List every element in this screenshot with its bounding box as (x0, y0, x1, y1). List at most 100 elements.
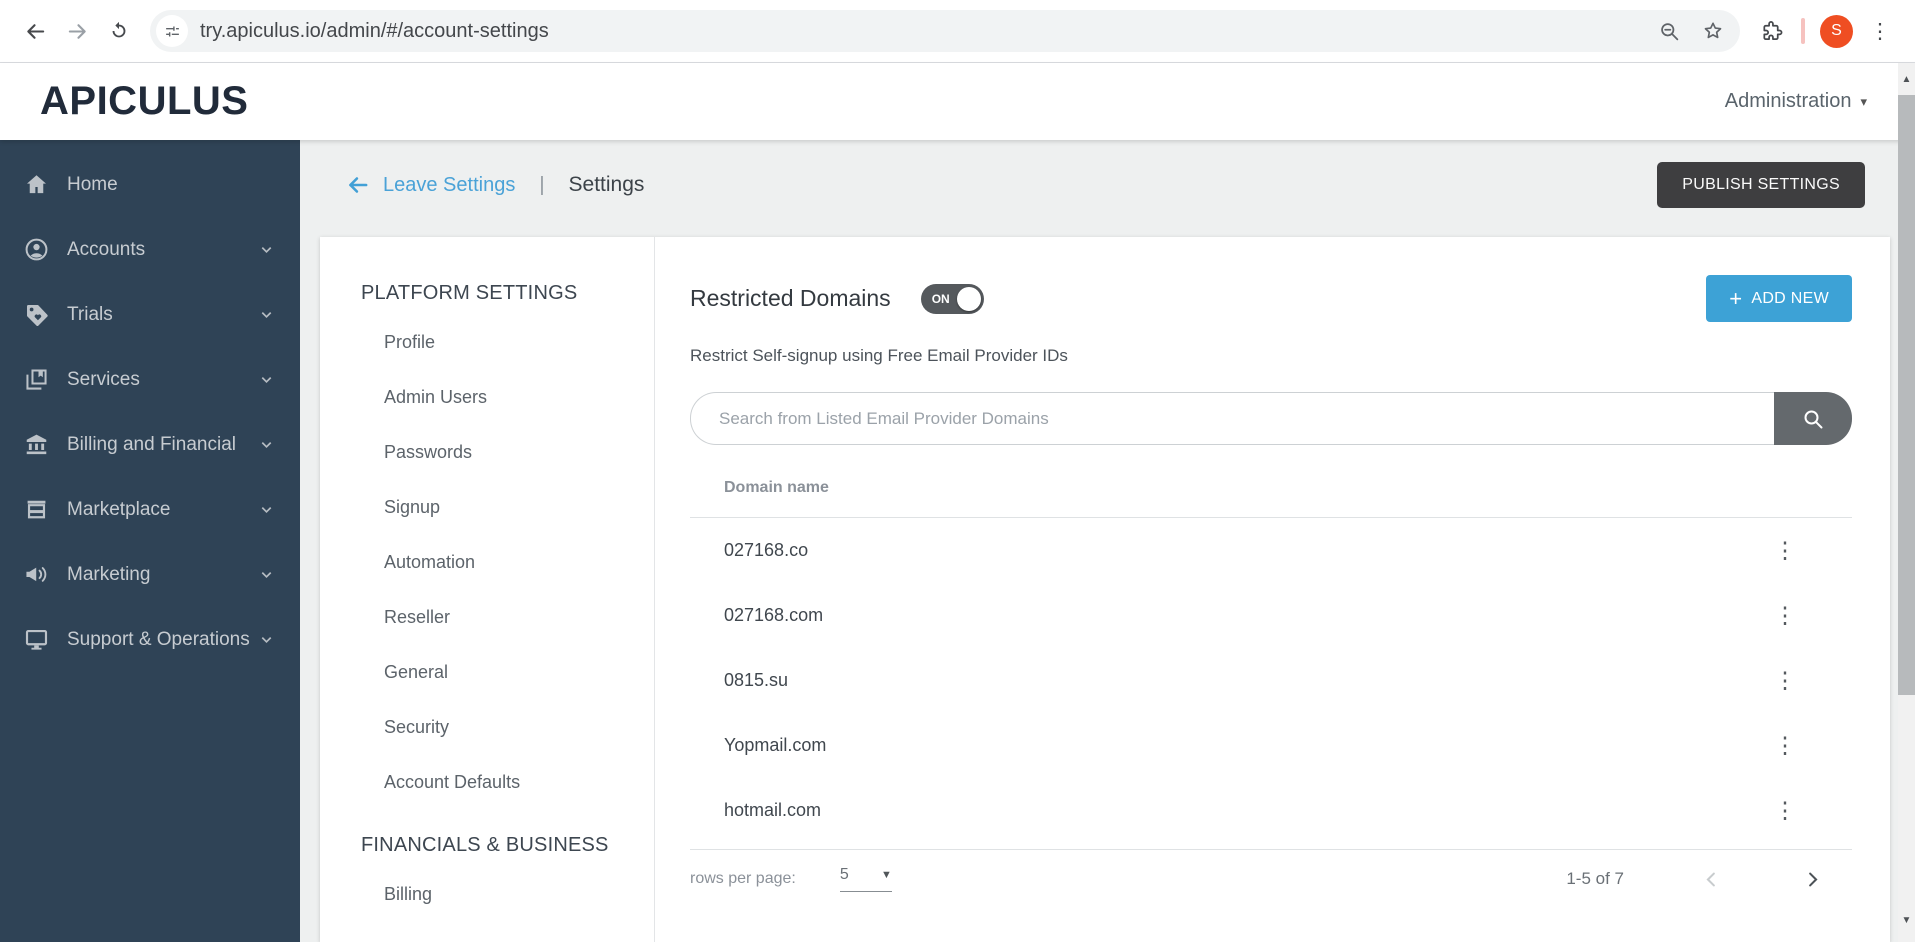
domain-name: hotmail.com (724, 800, 822, 820)
settings-nav-item[interactable]: Profile (361, 315, 654, 370)
sidebar-item[interactable]: Services (0, 347, 300, 412)
table-row: 027168.co ⋮ (690, 518, 1852, 583)
chevron-down-icon (259, 437, 274, 452)
settings-nav-item[interactable]: Account Defaults (361, 755, 654, 810)
browser-window: try.apiculus.io/admin/#/account-settings… (0, 0, 1915, 942)
trials-tag-icon (22, 303, 50, 326)
kebab-menu-icon[interactable]: ⋮ (1770, 791, 1800, 831)
zoom-out-icon[interactable] (1659, 21, 1680, 42)
search-bar (690, 392, 1852, 445)
settings-nav-item[interactable]: Automation (361, 535, 654, 590)
browser-back-button[interactable] (14, 10, 56, 52)
settings-nav-item[interactable]: Passwords (361, 425, 654, 480)
pagination-range: 1-5 of 7 (1566, 869, 1624, 888)
settings-nav-item[interactable]: General (361, 645, 654, 700)
scrollbar-down-arrow-icon[interactable]: ▼ (1898, 904, 1915, 936)
domain-name: 027168.co (724, 540, 809, 560)
chevron-right-icon (1809, 872, 1818, 886)
extensions-button[interactable] (1750, 10, 1792, 52)
chevron-down-icon (259, 307, 274, 322)
restricted-domains-toggle[interactable]: ON (920, 283, 984, 314)
add-new-label: ADD NEW (1751, 289, 1829, 307)
sidebar-item[interactable]: Support & Operations (0, 607, 300, 672)
sidebar-item[interactable]: Marketing (0, 542, 300, 607)
table-row: Yopmail.com ⋮ (690, 713, 1852, 778)
settings-card: PLATFORM SETTINGS Profile Admin Users Pa… (320, 237, 1890, 942)
main-area: Leave Settings | Settings PUBLISH SETTIN… (300, 140, 1915, 942)
administration-label: Administration (1724, 90, 1852, 112)
back-arrow-icon[interactable] (345, 172, 371, 198)
domain-name: 0815.su (724, 670, 789, 690)
sidebar-item-label: Marketplace (67, 498, 171, 520)
address-bar[interactable]: try.apiculus.io/admin/#/account-settings (150, 10, 1740, 52)
next-page-button[interactable] (1803, 870, 1822, 889)
leave-settings-link[interactable]: Leave Settings (383, 174, 515, 197)
browser-menu-button[interactable]: ⋮ (1859, 10, 1901, 52)
rows-per-page-select[interactable]: 5 ▼ (839, 866, 892, 892)
kebab-menu-icon[interactable]: ⋮ (1770, 596, 1800, 636)
sidebar-item-label: Home (67, 173, 118, 195)
url-text[interactable]: try.apiculus.io/admin/#/account-settings (200, 20, 1659, 43)
settings-nav-item[interactable]: Reseller (361, 590, 654, 645)
settings-nav: PLATFORM SETTINGS Profile Admin Users Pa… (320, 237, 655, 942)
scrollbar-up-arrow-icon[interactable]: ▲ (1898, 63, 1915, 95)
sidebar-item[interactable]: Billing and Financial (0, 412, 300, 477)
sidebar-item[interactable]: Accounts (0, 217, 300, 282)
plus-icon: + (1729, 285, 1743, 311)
rows-per-page-label: rows per page: (690, 870, 796, 887)
browser-forward-button[interactable] (56, 10, 98, 52)
settings-nav-item[interactable]: Security (361, 700, 654, 755)
section-title: Restricted Domains (690, 285, 891, 311)
page-header: Leave Settings | Settings PUBLISH SETTIN… (345, 160, 1865, 210)
chevron-down-icon (259, 567, 274, 582)
publish-settings-button[interactable]: PUBLISH SETTINGS (1657, 162, 1865, 208)
app-header: APICULUS Administration ▾ (0, 63, 1915, 140)
sidebar-item-label: Marketing (67, 563, 151, 585)
restricted-domains-panel: Restricted Domains ON + ADD NEW Restrict… (655, 237, 1890, 942)
browser-toolbar: try.apiculus.io/admin/#/account-settings… (0, 0, 1915, 63)
site-info-icon[interactable] (156, 15, 188, 47)
chevron-left-icon (1706, 872, 1715, 886)
services-icon (22, 368, 50, 391)
previous-page-button[interactable] (1702, 870, 1721, 889)
browser-reload-button[interactable] (98, 10, 140, 52)
sidebar-item[interactable]: Marketplace (0, 477, 300, 542)
page-scrollbar[interactable]: ▲ ▼ (1898, 63, 1915, 942)
profile-avatar[interactable]: S (1820, 14, 1853, 48)
settings-nav-item[interactable]: Signup (361, 480, 654, 535)
billing-bank-icon (22, 433, 50, 456)
chevron-down-icon (259, 372, 274, 387)
settings-nav-item[interactable]: Billing (361, 867, 654, 922)
add-new-button[interactable]: + ADD NEW (1706, 275, 1852, 322)
sidebar-item-label: Accounts (67, 238, 146, 260)
kebab-menu-icon[interactable]: ⋮ (1770, 531, 1800, 571)
chevron-down-icon (259, 242, 274, 257)
marketplace-store-icon (22, 498, 50, 521)
caret-down-icon: ▾ (1860, 93, 1867, 109)
search-icon (1804, 410, 1823, 428)
main-sidebar: Home Accounts Trials Services Billing an… (0, 140, 300, 942)
sidebar-item-label: Trials (67, 303, 113, 325)
search-button[interactable] (1774, 392, 1852, 445)
chevron-down-icon (259, 502, 274, 517)
back-arrow-icon (26, 23, 44, 39)
sidebar-item-label: Billing and Financial (67, 433, 236, 455)
chevron-down-icon (259, 632, 274, 647)
table-row: 0815.su ⋮ (690, 648, 1852, 713)
bookmark-star-icon[interactable] (1702, 20, 1724, 42)
accounts-icon (22, 238, 50, 261)
administration-dropdown[interactable]: Administration ▾ (1725, 90, 1867, 113)
sidebar-item-label: Services (67, 368, 140, 390)
puzzle-icon (1762, 20, 1782, 40)
sidebar-item[interactable]: Trials (0, 282, 300, 347)
scrollbar-thumb[interactable] (1898, 95, 1915, 695)
kebab-menu-icon[interactable]: ⋮ (1770, 726, 1800, 766)
kebab-menu-icon[interactable]: ⋮ (1770, 661, 1800, 701)
apiculus-logo: APICULUS (40, 79, 249, 123)
profile-separator (1801, 18, 1805, 44)
search-input[interactable] (690, 392, 1774, 445)
table-footer: rows per page: 5 ▼ 1-5 of 7 (690, 849, 1852, 892)
sidebar-item[interactable]: Home (0, 152, 300, 217)
settings-nav-item[interactable]: Admin Users (361, 370, 654, 425)
page-title: Settings (568, 173, 645, 196)
